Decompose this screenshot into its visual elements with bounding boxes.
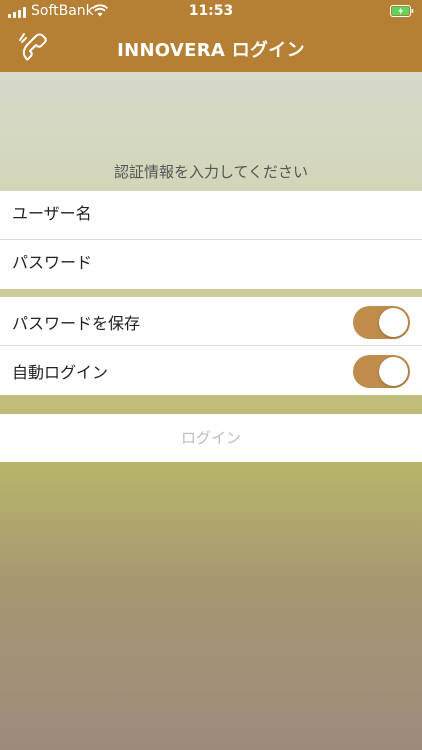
auto-login-label: 自動ログイン [12, 363, 109, 382]
status-bar: SoftBank 11:53 [0, 0, 422, 24]
credentials-group [0, 191, 422, 289]
login-button[interactable]: ログイン [0, 414, 422, 462]
section-header: 認証情報を入力してください [113, 163, 309, 181]
battery-charging-icon [390, 5, 414, 17]
username-row [0, 191, 422, 240]
page-title: INNOVERA ログイン [117, 40, 305, 61]
save-password-label: パスワードを保存 [12, 314, 141, 333]
save-password-toggle[interactable] [353, 306, 410, 339]
login-screen: SoftBank 11:53 INNOVERA ログイン 認証情報を入力してくだ… [0, 0, 422, 750]
username-input[interactable] [12, 204, 402, 223]
password-input[interactable] [12, 253, 402, 272]
password-row [0, 240, 422, 289]
status-time: 11:53 [188, 3, 234, 19]
toggle-knob [379, 357, 408, 386]
options-group: パスワードを保存 自動ログイン [0, 297, 422, 395]
auto-login-row: 自動ログイン [0, 346, 422, 395]
save-password-row: パスワードを保存 [0, 297, 422, 346]
navigation-bar: SoftBank 11:53 INNOVERA ログイン [0, 0, 422, 72]
toggle-knob [379, 308, 408, 337]
auto-login-toggle[interactable] [353, 355, 410, 388]
